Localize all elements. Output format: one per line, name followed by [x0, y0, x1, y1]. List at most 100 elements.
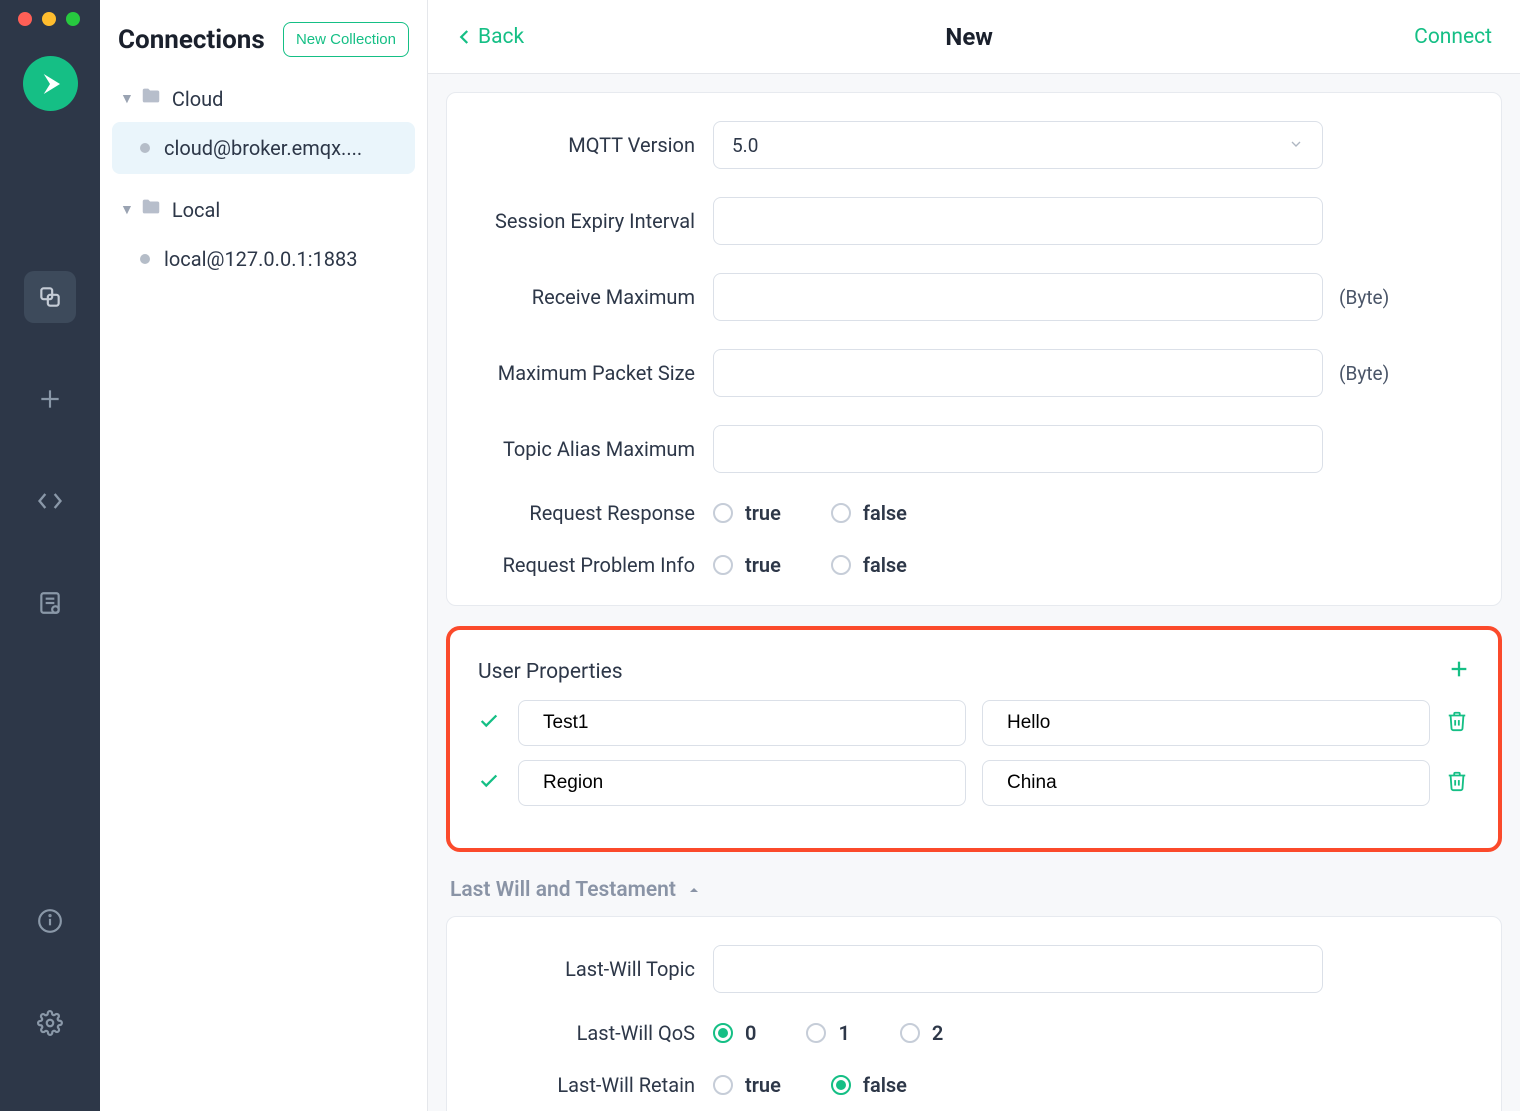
radio-icon [806, 1023, 826, 1043]
close-window-icon[interactable] [18, 12, 32, 26]
radio-icon [713, 555, 733, 575]
property-key-input[interactable] [518, 760, 966, 806]
select-value: 5.0 [732, 134, 758, 157]
radio-label: false [863, 501, 907, 525]
nav-add[interactable] [24, 373, 76, 425]
app-logo [23, 56, 78, 111]
receive-maximum-input[interactable] [713, 273, 1323, 321]
connections-panel: Connections New Collection ▼ Cloud cloud… [100, 0, 428, 1111]
lwt-retain-true[interactable]: true [713, 1073, 781, 1097]
radio-icon [831, 503, 851, 523]
mqtt-version-label: MQTT Version [473, 133, 713, 157]
lwt-collapse-header[interactable]: Last Will and Testament [446, 872, 1502, 916]
nav-settings[interactable] [24, 997, 76, 1049]
delete-property-button[interactable] [1446, 770, 1470, 797]
request-problem-label: Request Problem Info [473, 553, 713, 577]
request-problem-false[interactable]: false [831, 553, 907, 577]
property-key-input[interactable] [518, 700, 966, 746]
back-label: Back [478, 25, 524, 49]
lwt-retain-label: Last-Will Retain [473, 1073, 713, 1097]
lwt-qos-1[interactable]: 1 [806, 1021, 849, 1045]
folder-icon [140, 196, 162, 223]
radio-label: false [863, 553, 907, 577]
radio-label: true [745, 553, 781, 577]
minimize-window-icon[interactable] [42, 12, 56, 26]
radio-icon [713, 1075, 733, 1095]
mqtt-version-select[interactable]: 5.0 [713, 121, 1323, 169]
request-response-label: Request Response [473, 501, 713, 525]
check-icon [478, 770, 502, 797]
property-value-input[interactable] [982, 700, 1430, 746]
tree-group-local[interactable]: ▼ Local [112, 186, 415, 233]
page-title: New [524, 23, 1414, 51]
new-collection-button[interactable]: New Collection [283, 22, 409, 57]
caret-up-icon [686, 882, 702, 898]
nav-connections[interactable] [24, 271, 76, 323]
lwt-qos-0[interactable]: 0 [713, 1021, 756, 1045]
lwt-qos-label: Last-Will QoS [473, 1021, 713, 1045]
nav-info[interactable] [24, 895, 76, 947]
lwt-retain-false[interactable]: false [831, 1073, 907, 1097]
radio-label: 1 [838, 1021, 849, 1045]
status-dot-icon [140, 143, 150, 153]
lwt-title: Last Will and Testament [450, 878, 676, 902]
status-dot-icon [140, 254, 150, 264]
topbar: Back New Connect [428, 0, 1520, 74]
radio-icon [900, 1023, 920, 1043]
tree-group-cloud[interactable]: ▼ Cloud [112, 75, 415, 122]
mqtt-settings-card: MQTT Version 5.0 Session Expiry Interval [446, 92, 1502, 606]
delete-property-button[interactable] [1446, 710, 1470, 737]
connection-item-local[interactable]: local@127.0.0.1:1883 [112, 233, 415, 285]
add-property-button[interactable] [1448, 658, 1470, 686]
nav-scripts[interactable] [24, 475, 76, 527]
connection-label: local@127.0.0.1:1883 [164, 247, 358, 271]
connect-button[interactable]: Connect [1414, 25, 1492, 49]
request-response-false[interactable]: false [831, 501, 907, 525]
byte-suffix: (Byte) [1323, 362, 1389, 385]
radio-icon [831, 555, 851, 575]
panel-title: Connections [118, 25, 265, 55]
chevron-down-icon: ▼ [120, 90, 134, 107]
lwt-topic-label: Last-Will Topic [473, 957, 713, 981]
nav-logs[interactable] [24, 577, 76, 629]
folder-icon [140, 85, 162, 112]
property-row [478, 700, 1470, 746]
property-value-input[interactable] [982, 760, 1430, 806]
topic-alias-input[interactable] [713, 425, 1323, 473]
maximize-window-icon[interactable] [66, 12, 80, 26]
main-content: Back New Connect MQTT Version 5.0 [428, 0, 1520, 1111]
request-problem-true[interactable]: true [713, 553, 781, 577]
property-row [478, 760, 1470, 806]
lwt-card: Last-Will Topic Last-Will QoS 0 1 [446, 916, 1502, 1111]
radio-icon [713, 1023, 733, 1043]
user-properties-title: User Properties [478, 660, 623, 684]
nav-rail [0, 0, 100, 1111]
radio-label: false [863, 1073, 907, 1097]
radio-label: 0 [745, 1021, 756, 1045]
radio-label: true [745, 501, 781, 525]
chevron-down-icon: ▼ [120, 201, 134, 218]
chevron-down-icon [1288, 134, 1304, 157]
user-properties-card: User Properties [446, 626, 1502, 852]
max-packet-label: Maximum Packet Size [473, 361, 713, 385]
lwt-topic-input[interactable] [713, 945, 1323, 993]
tree-group-label: Cloud [172, 87, 224, 111]
tree-group-label: Local [172, 198, 220, 222]
radio-label: true [745, 1073, 781, 1097]
max-packet-input[interactable] [713, 349, 1323, 397]
byte-suffix: (Byte) [1323, 286, 1389, 309]
window-controls [18, 12, 80, 26]
session-expiry-input[interactable] [713, 197, 1323, 245]
radio-icon [713, 503, 733, 523]
back-button[interactable]: Back [456, 25, 524, 49]
connection-item-cloud[interactable]: cloud@broker.emqx.... [112, 122, 415, 174]
receive-maximum-label: Receive Maximum [473, 285, 713, 309]
topic-alias-label: Topic Alias Maximum [473, 437, 713, 461]
connection-label: cloud@broker.emqx.... [164, 136, 362, 160]
request-response-true[interactable]: true [713, 501, 781, 525]
check-icon [478, 710, 502, 737]
session-expiry-label: Session Expiry Interval [473, 209, 713, 233]
radio-label: 2 [932, 1021, 943, 1045]
radio-icon [831, 1075, 851, 1095]
lwt-qos-2[interactable]: 2 [900, 1021, 943, 1045]
